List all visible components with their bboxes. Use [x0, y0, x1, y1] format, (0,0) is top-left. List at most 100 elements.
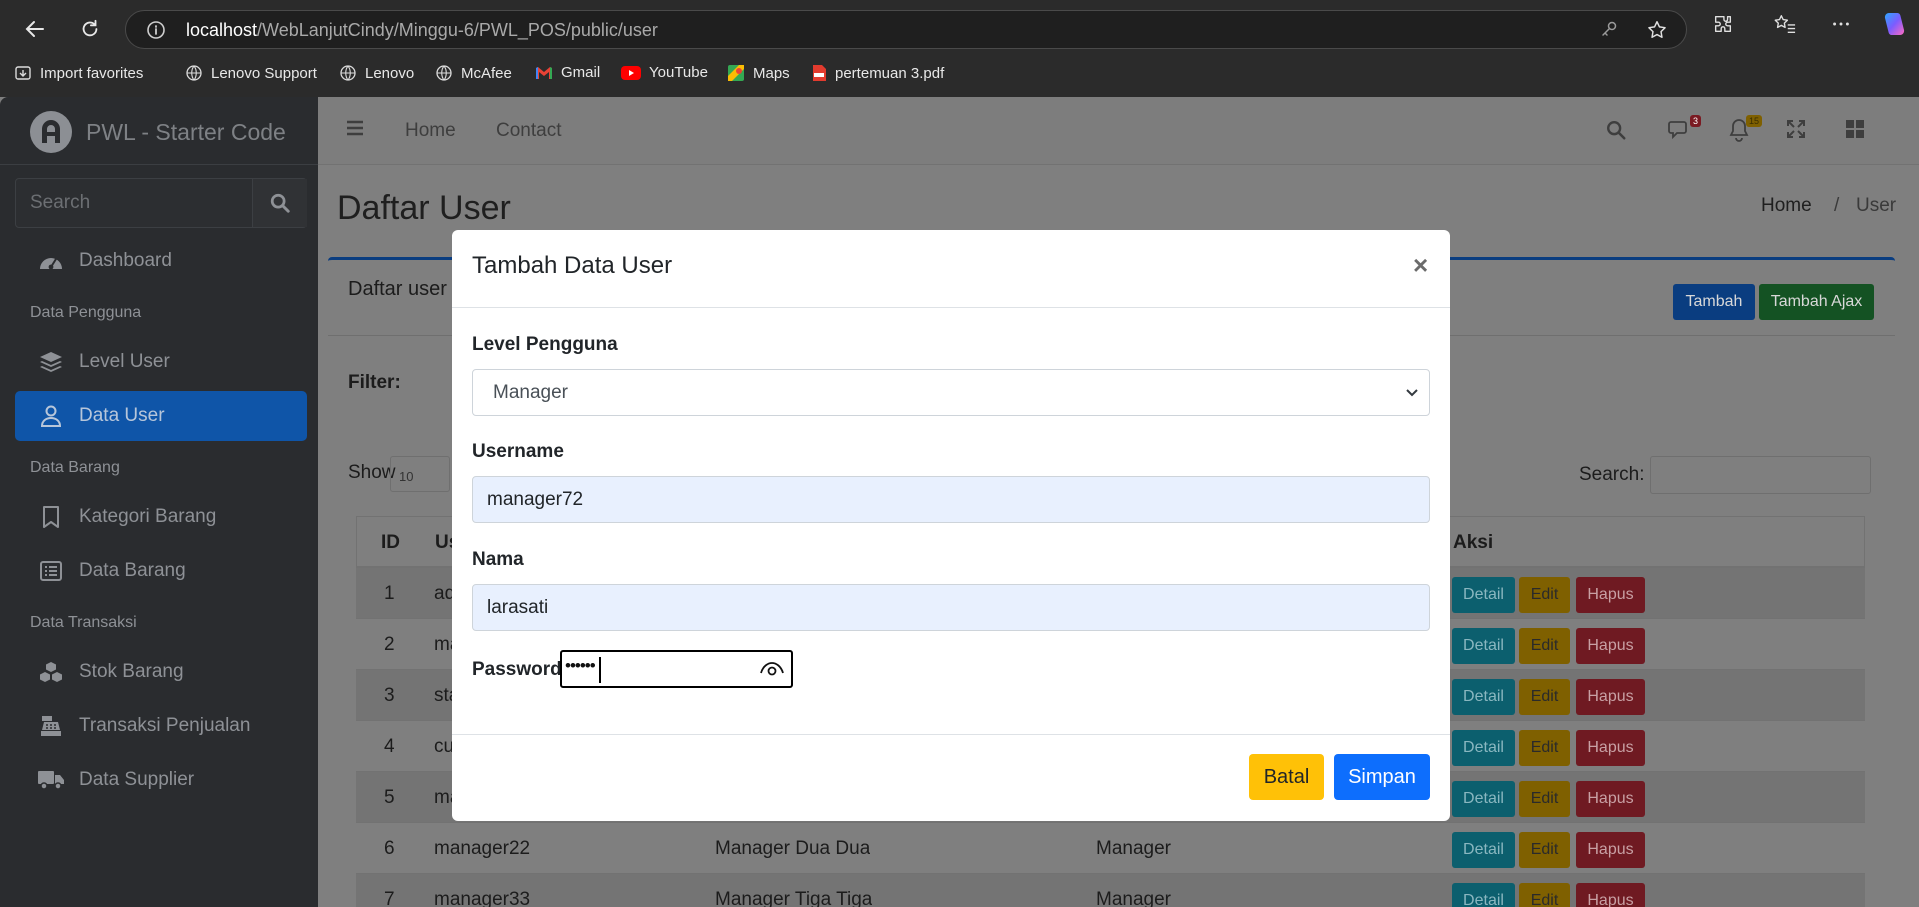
sidebar-item-data-user[interactable]: Data User: [15, 391, 307, 441]
page-title: Daftar User: [337, 189, 511, 227]
bookmark-label: McAfee: [461, 64, 512, 82]
hapus-button[interactable]: Hapus: [1576, 679, 1645, 715]
simpan-button[interactable]: Simpan: [1334, 754, 1430, 800]
hapus-button[interactable]: Hapus: [1576, 577, 1645, 613]
edit-button[interactable]: Edit: [1519, 832, 1570, 868]
sidebar-item-label: Transaksi Penjualan: [79, 715, 251, 736]
edit-button[interactable]: Edit: [1519, 628, 1570, 664]
sidebar-header-barang: Data Barang: [30, 459, 120, 476]
bookmark-mcafee[interactable]: McAfee: [435, 64, 512, 82]
hapus-button[interactable]: Hapus: [1576, 781, 1645, 817]
modal-footer-divider: [452, 734, 1450, 735]
more-menu-icon[interactable]: [1830, 13, 1852, 35]
sidebar-item-label: Stok Barang: [79, 661, 184, 682]
sidebar-item-kategori-barang[interactable]: Kategori Barang: [15, 492, 307, 542]
column-header-aksi: Aksi: [1453, 532, 1494, 553]
top-navbar: Home Contact 3 15: [318, 97, 1919, 165]
column-header-id[interactable]: ID: [381, 517, 400, 568]
breadcrumb-home[interactable]: Home: [1761, 195, 1812, 217]
modal-header-divider: [452, 307, 1450, 308]
edit-button[interactable]: Edit: [1519, 781, 1570, 817]
sidebar-search-input[interactable]: Search: [16, 179, 253, 227]
nav-home-link[interactable]: Home: [405, 120, 456, 142]
sidebar-item-data-supplier[interactable]: Data Supplier: [15, 755, 307, 805]
address-bar[interactable]: localhost/WebLanjutCindy/Minggu-6/PWL_PO…: [125, 10, 1687, 49]
edit-button[interactable]: Edit: [1519, 679, 1570, 715]
notifications-badge: 15: [1746, 115, 1763, 127]
sidebar-item-stok-barang[interactable]: Stok Barang: [15, 647, 307, 697]
fullscreen-icon[interactable]: [1786, 119, 1806, 139]
tambah-ajax-button[interactable]: Tambah Ajax: [1759, 284, 1874, 320]
level-select[interactable]: Manager: [472, 369, 1430, 416]
bookmark-youtube[interactable]: YouTube: [621, 64, 708, 81]
cell-id: 1: [384, 583, 395, 604]
detail-button[interactable]: Detail: [1452, 679, 1515, 715]
chevron-down-icon: [1405, 386, 1419, 400]
edit-button[interactable]: Edit: [1519, 883, 1570, 907]
cell-id: 3: [384, 685, 395, 706]
bookmark-gmail[interactable]: Gmail: [535, 64, 600, 81]
control-sidebar-icon[interactable]: [1845, 119, 1865, 139]
sidebar-search-button[interactable]: [253, 179, 307, 227]
cell-id: 6: [384, 838, 395, 859]
nav-contact-link[interactable]: Contact: [496, 120, 561, 142]
layers-icon: [37, 351, 65, 373]
bookmark-import-favorites[interactable]: Import favorites: [14, 64, 143, 82]
filter-label: Filter:: [348, 372, 401, 393]
url-text: localhost/WebLanjutCindy/Minggu-6/PWL_PO…: [186, 20, 658, 40]
bookmark-pdf[interactable]: pertemuan 3.pdf: [811, 64, 944, 82]
detail-button[interactable]: Detail: [1452, 730, 1515, 766]
copilot-icon[interactable]: [1881, 10, 1909, 38]
nama-input[interactable]: larasati: [472, 584, 1430, 631]
edit-button[interactable]: Edit: [1519, 577, 1570, 613]
password-mask: ••••••: [565, 656, 596, 675]
cell-id: 2: [384, 634, 395, 655]
hapus-button[interactable]: Hapus: [1576, 883, 1645, 907]
batal-button[interactable]: Batal: [1249, 754, 1324, 800]
hapus-button[interactable]: Hapus: [1576, 832, 1645, 868]
brand-text: PWL - Starter Code: [86, 118, 286, 145]
menu-toggle-icon[interactable]: [346, 120, 364, 136]
username-label: Username: [472, 441, 564, 462]
table-search-input[interactable]: [1650, 456, 1871, 494]
cell-level: Manager: [1096, 838, 1171, 859]
sidebar-item-transaksi-penjualan[interactable]: Transaksi Penjualan: [15, 701, 307, 751]
bookmark-icon: [37, 506, 65, 528]
web-page: PWL - Starter Code Search Dashboard Data…: [0, 97, 1919, 907]
detail-button[interactable]: Detail: [1452, 781, 1515, 817]
truck-icon: [37, 770, 65, 790]
hapus-button[interactable]: Hapus: [1576, 730, 1645, 766]
page-length-select[interactable]: 10: [390, 456, 450, 492]
sidebar-item-level-user[interactable]: Level User: [15, 337, 307, 387]
bookmark-lenovo-support[interactable]: Lenovo Support: [185, 64, 317, 82]
detail-button[interactable]: Detail: [1452, 628, 1515, 664]
bookmark-label: Lenovo Support: [211, 64, 317, 82]
hapus-button[interactable]: Hapus: [1576, 628, 1645, 664]
favorites-icon[interactable]: [1773, 13, 1797, 35]
favorite-star-icon[interactable]: [1646, 19, 1668, 41]
extensions-icon[interactable]: [1712, 13, 1734, 35]
brand-link[interactable]: PWL - Starter Code: [30, 111, 286, 153]
back-icon[interactable]: [18, 12, 52, 46]
nama-label: Nama: [472, 549, 524, 570]
navbar-search-icon[interactable]: [1605, 119, 1627, 141]
key-icon[interactable]: [1599, 19, 1619, 39]
bookmark-lenovo[interactable]: Lenovo: [339, 64, 414, 82]
password-input[interactable]: ••••••: [560, 650, 793, 688]
reload-icon[interactable]: [73, 12, 107, 46]
reveal-password-icon[interactable]: [760, 660, 784, 678]
cell-username: manager33: [434, 889, 531, 907]
username-input[interactable]: manager72: [472, 476, 1430, 523]
bookmark-maps[interactable]: Maps: [727, 64, 790, 82]
edit-button[interactable]: Edit: [1519, 730, 1570, 766]
detail-button[interactable]: Detail: [1452, 883, 1515, 907]
detail-button[interactable]: Detail: [1452, 577, 1515, 613]
sidebar-item-dashboard[interactable]: Dashboard: [15, 236, 307, 286]
bookmark-label: Lenovo: [365, 64, 415, 82]
detail-button[interactable]: Detail: [1452, 832, 1515, 868]
site-info-icon[interactable]: [146, 20, 166, 40]
sidebar-item-data-barang[interactable]: Data Barang: [15, 546, 307, 596]
modal-close-button[interactable]: ×: [1413, 250, 1428, 281]
tambah-button[interactable]: Tambah: [1673, 284, 1755, 320]
messages-icon[interactable]: [1668, 119, 1692, 141]
